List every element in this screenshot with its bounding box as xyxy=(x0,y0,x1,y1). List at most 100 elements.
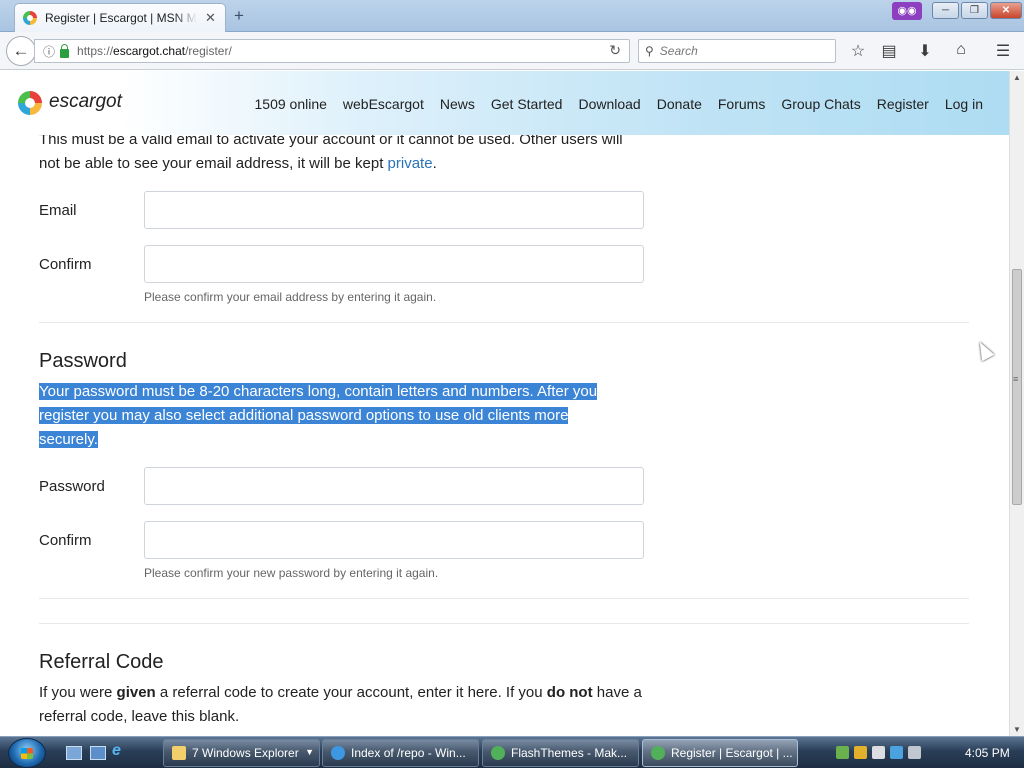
referral-text-given: given xyxy=(116,684,156,701)
search-icon: ⚲ xyxy=(645,44,654,58)
password-description-line3: securely. xyxy=(39,431,98,448)
window-titlebar: Register | Escargot | MSN Me ✕ + ◉◉ ─ ❐ … xyxy=(0,0,1024,32)
scrollbar-thumb[interactable] xyxy=(1012,269,1022,505)
password-field[interactable] xyxy=(144,467,644,505)
nav-login[interactable]: Log in xyxy=(945,96,983,112)
email-description-text: This must be a valid email to activate y… xyxy=(39,131,623,172)
private-link[interactable]: private xyxy=(388,155,433,172)
password-confirm-help: Please confirm your new password by ente… xyxy=(144,566,439,580)
lock-icon xyxy=(60,43,70,58)
email-row: Email xyxy=(39,191,644,229)
escargot-favicon-icon xyxy=(23,11,37,25)
nav-news[interactable]: News xyxy=(440,96,475,112)
tab-title: Register | Escargot | MSN Me xyxy=(45,11,197,25)
tab-close-icon[interactable]: ✕ xyxy=(205,10,216,26)
volume-icon[interactable] xyxy=(908,746,921,759)
nav-download[interactable]: Download xyxy=(578,96,640,112)
divider xyxy=(39,623,969,624)
nav-donate[interactable]: Donate xyxy=(657,96,702,112)
task-label: 7 Windows Explorer xyxy=(192,746,299,760)
url-scheme: https:// xyxy=(77,44,114,58)
scroll-down-arrow-icon[interactable]: ▼ xyxy=(1013,725,1021,734)
email-confirm-row: Confirm xyxy=(39,245,644,283)
tray-flag-icon[interactable] xyxy=(872,746,885,759)
taskbar-item-windows-explorer[interactable]: 7 Windows Explorer ▼ xyxy=(163,739,320,767)
nav-register[interactable]: Register xyxy=(877,96,929,112)
password-description-line2: register you may also select additional … xyxy=(39,407,569,424)
site-nav: 1509 online webEscargot News Get Started… xyxy=(255,96,984,112)
page-viewport: escargot 1509 online webEscargot News Ge… xyxy=(0,71,1009,736)
reading-list-icon[interactable]: ▤ xyxy=(879,41,899,61)
task-label: FlashThemes - Mak... xyxy=(511,746,628,760)
taskbar-item-register-escargot[interactable]: Register | Escargot | ... xyxy=(642,739,798,767)
internet-explorer-icon xyxy=(331,746,345,760)
password-row: Password xyxy=(39,467,644,505)
reload-icon[interactable]: ↻ xyxy=(609,42,621,59)
search-input[interactable]: ⚲ Search xyxy=(638,39,836,63)
referral-text-a: If you were xyxy=(39,684,117,701)
address-bar[interactable]: ⓘ https://escargot.chat/register/ ↻ xyxy=(34,39,630,63)
task-label: Index of /repo - Win... xyxy=(351,746,466,760)
email-confirm-label: Confirm xyxy=(39,255,92,273)
info-icon[interactable]: ⓘ xyxy=(43,43,55,60)
password-heading: Password xyxy=(39,350,127,372)
site-name[interactable]: escargot xyxy=(49,91,122,113)
shield-icon[interactable] xyxy=(854,746,867,759)
browser-icon xyxy=(651,746,665,760)
restore-button[interactable]: ❐ xyxy=(961,2,988,19)
email-description: This must be a valid email to activate y… xyxy=(39,128,644,176)
referral-text-c: a referral code to create your account, … xyxy=(155,684,547,701)
search-placeholder: Search xyxy=(659,44,698,58)
tray-app-icon[interactable] xyxy=(836,746,849,759)
new-tab-button[interactable]: + xyxy=(234,6,244,26)
system-tray xyxy=(836,741,921,759)
nav-group-chats[interactable]: Group Chats xyxy=(781,96,860,112)
home-icon[interactable]: ⌂ xyxy=(951,41,971,59)
page-scrollbar[interactable]: ▲ ▼ xyxy=(1009,71,1024,736)
nav-online-count[interactable]: 1509 online xyxy=(255,96,327,112)
browser-icon xyxy=(491,746,505,760)
taskbar-clock[interactable]: 4:05 PM xyxy=(965,746,1010,760)
back-arrow-icon[interactable]: ← xyxy=(6,36,36,66)
escargot-logo-icon[interactable] xyxy=(18,91,42,115)
window-close-button[interactable]: ✕ xyxy=(990,2,1022,19)
download-icon[interactable]: ⬇ xyxy=(915,41,935,61)
browser-tab-active[interactable]: Register | Escargot | MSN Me ✕ xyxy=(14,3,226,32)
email-field[interactable] xyxy=(144,191,644,229)
minimize-button[interactable]: ─ xyxy=(932,2,959,19)
password-label: Password xyxy=(39,477,105,495)
email-confirm-help: Please confirm your email address by ent… xyxy=(144,290,437,304)
email-confirm-field[interactable] xyxy=(144,245,644,283)
site-header: escargot 1509 online webEscargot News Ge… xyxy=(0,71,1009,135)
scroll-up-arrow-icon[interactable]: ▲ xyxy=(1013,73,1021,82)
windows-taskbar: e 7 Windows Explorer ▼ Index of /repo - … xyxy=(0,736,1024,768)
url-path: /register/ xyxy=(185,44,232,58)
menu-icon[interactable]: ☰ xyxy=(993,41,1013,61)
nav-webescargot[interactable]: webEscargot xyxy=(343,96,424,112)
bookmark-star-icon[interactable]: ☆ xyxy=(848,41,868,61)
divider xyxy=(39,598,969,599)
start-button[interactable] xyxy=(8,738,46,768)
url-host: escargot.chat xyxy=(113,44,186,58)
nav-forums[interactable]: Forums xyxy=(718,96,765,112)
password-confirm-label: Confirm xyxy=(39,531,92,549)
show-desktop-icon[interactable] xyxy=(66,746,82,760)
navigation-toolbar: ← ⓘ https://escargot.chat/register/ ↻ ⚲ … xyxy=(0,32,1024,70)
email-label: Email xyxy=(39,201,77,219)
referral-heading: Referral Code xyxy=(39,651,164,673)
chevron-down-icon[interactable]: ▼ xyxy=(305,747,314,757)
taskbar-item-index-of-repo[interactable]: Index of /repo - Win... xyxy=(322,739,479,767)
password-description: Your password must be 8-20 characters lo… xyxy=(39,380,644,452)
password-description-line1: Your password must be 8-20 characters lo… xyxy=(39,383,598,400)
referral-text-do-not: do not xyxy=(546,684,593,701)
email-description-end: . xyxy=(432,155,437,172)
password-confirm-field[interactable] xyxy=(144,521,644,559)
network-icon[interactable] xyxy=(890,746,903,759)
switch-windows-icon[interactable] xyxy=(90,746,106,760)
task-label: Register | Escargot | ... xyxy=(671,746,793,760)
nav-get-started[interactable]: Get Started xyxy=(491,96,563,112)
internet-explorer-icon[interactable]: e xyxy=(112,742,128,759)
private-browsing-icon: ◉◉ xyxy=(892,2,922,20)
taskbar-item-flashthemes[interactable]: FlashThemes - Mak... xyxy=(482,739,639,767)
folder-icon xyxy=(172,746,186,760)
